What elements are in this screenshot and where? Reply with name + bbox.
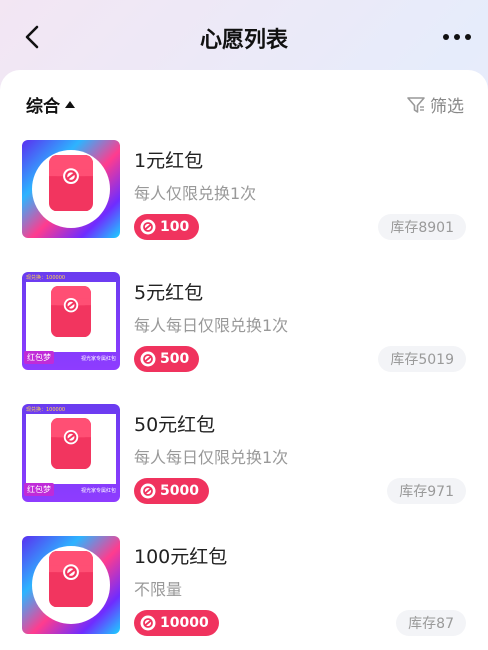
sort-filter-bar: 综合 筛选 — [0, 70, 488, 134]
points-value: 500 — [160, 351, 190, 367]
points-badge[interactable]: 5000 — [134, 478, 209, 504]
stock-badge: 库存87 — [396, 610, 466, 636]
coin-icon — [140, 483, 156, 499]
sort-dropdown[interactable]: 综合 — [26, 92, 75, 117]
list-item[interactable]: 1元红包每人仅限兑换1次 100 库存8901 — [0, 140, 488, 248]
product-thumbnail — [22, 140, 120, 238]
nav-bar: 心愿列表 — [0, 0, 488, 72]
red-envelope-icon — [51, 286, 91, 338]
coin-icon — [140, 615, 156, 631]
stock-badge: 库存971 — [387, 478, 466, 504]
red-envelope-icon — [49, 551, 93, 608]
coin-icon — [140, 351, 156, 367]
sort-label: 综合 — [26, 97, 60, 117]
wish-list-panel: 综合 筛选 1元红包每人仅限兑换1次 100 库存8901 现兑换：100000 红包梦… — [0, 70, 488, 650]
list-item[interactable]: 现兑换：100000 红包梦 视光家专属红包 50元红包每人每日仅限兑换1次 5000 库… — [0, 404, 488, 512]
product-thumbnail: 现兑换：100000 红包梦 视光家专属红包 — [22, 272, 120, 370]
item-title: 1元红包 — [134, 150, 204, 172]
points-value: 100 — [160, 219, 190, 235]
stock-badge: 库存5019 — [378, 346, 466, 372]
filter-label: 筛选 — [430, 97, 464, 117]
stock-badge: 库存8901 — [378, 214, 466, 240]
thumbnail-tag: 红包梦 — [24, 483, 54, 496]
item-description: 每人每日仅限兑换1次 — [134, 448, 289, 467]
item-title: 50元红包 — [134, 414, 216, 436]
item-description: 每人每日仅限兑换1次 — [134, 316, 289, 335]
list-item[interactable]: 100元红包 不限量 10000 库存87 — [0, 536, 488, 644]
thumbnail-tag: 红包梦 — [24, 351, 54, 364]
coin-icon — [140, 219, 156, 235]
more-horizontal-icon[interactable] — [440, 26, 474, 48]
points-value: 10000 — [160, 615, 209, 631]
item-description: 每人仅限兑换1次 — [134, 184, 257, 203]
filter-button[interactable]: 筛选 — [406, 92, 464, 117]
points-badge[interactable]: 500 — [134, 346, 200, 372]
thumbnail-topline: 现兑换：100000 — [26, 275, 66, 281]
product-thumbnail — [22, 536, 120, 634]
filter-icon — [407, 96, 425, 113]
item-title: 100元红包 — [134, 546, 228, 568]
points-badge[interactable]: 100 — [134, 214, 200, 240]
product-thumbnail: 现兑换：100000 红包梦 视光家专属红包 — [22, 404, 120, 502]
red-envelope-icon — [49, 155, 93, 212]
points-badge[interactable]: 10000 — [134, 610, 219, 636]
thumbnail-topline: 现兑换：100000 — [26, 407, 66, 413]
thumbnail-caption: 视光家专属红包 — [80, 356, 116, 362]
page-title: 心愿列表 — [199, 28, 288, 53]
caret-up-icon — [65, 101, 75, 108]
red-envelope-icon — [51, 418, 91, 470]
thumbnail-caption: 视光家专属红包 — [80, 488, 116, 494]
list-item[interactable]: 现兑换：100000 红包梦 视光家专属红包 5元红包每人每日仅限兑换1次 500 库存5… — [0, 272, 488, 380]
item-description: 不限量 — [134, 580, 183, 599]
points-value: 5000 — [160, 483, 199, 499]
item-title: 5元红包 — [134, 282, 204, 304]
